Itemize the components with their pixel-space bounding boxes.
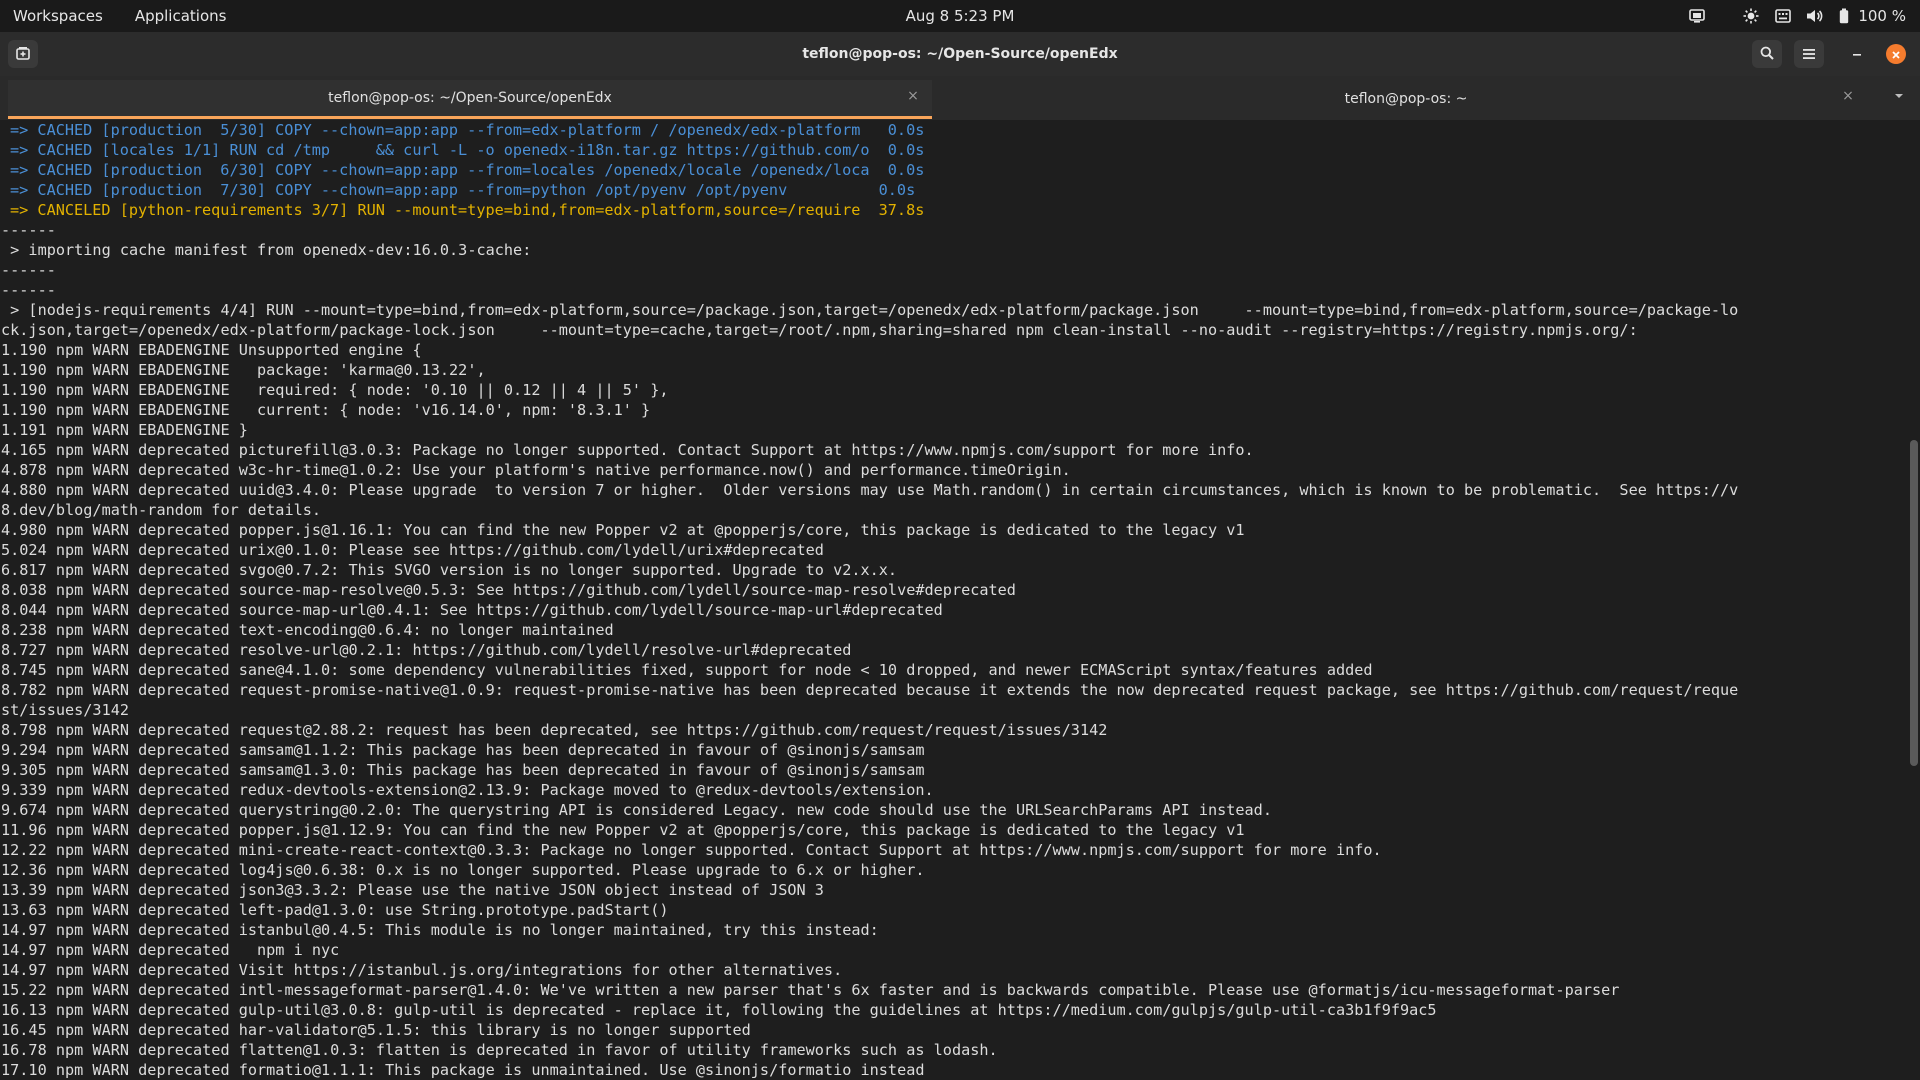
terminal-line: ck.json,target=/openedx/edx-platform/pac… [1, 321, 1638, 339]
terminal-line: 8.745 npm WARN deprecated sane@4.1.0: so… [1, 661, 1373, 679]
menu-button[interactable] [1794, 40, 1824, 68]
terminal-line: 9.339 npm WARN deprecated redux-devtools… [1, 781, 934, 799]
tab-bar: teflon@pop-os: ~/Open-Source/openEdx × t… [0, 76, 1920, 120]
terminal-line: 8.038 npm WARN deprecated source-map-res… [1, 581, 1016, 599]
terminal-line: => CACHED [production 5/30] COPY --chown… [10, 121, 925, 139]
terminal-line: 8.727 npm WARN deprecated resolve-url@0.… [1, 641, 852, 659]
keyboard-icon[interactable] [1774, 7, 1792, 25]
battery-icon[interactable] [1838, 7, 1850, 25]
terminal-line: 1.190 npm WARN EBADENGINE package: 'karm… [1, 361, 486, 379]
terminal-line: 5.024 npm WARN deprecated urix@0.1.0: Pl… [1, 541, 824, 559]
search-button[interactable] [1752, 40, 1782, 68]
chevron-down-icon [1894, 88, 1904, 104]
terminal-scrollbar[interactable] [1910, 440, 1918, 766]
terminal-line: 15.22 npm WARN deprecated intl-messagefo… [1, 981, 1620, 999]
terminal-line: => CACHED [locales 1/1] RUN cd /tmp && c… [10, 141, 925, 159]
hamburger-menu-icon [1802, 45, 1816, 64]
terminal-line: 9.294 npm WARN deprecated samsam@1.1.2: … [1, 741, 925, 759]
terminal-line: 1.191 npm WARN EBADENGINE } [1, 421, 248, 439]
terminal-line: 11.96 npm WARN deprecated popper.js@1.12… [1, 821, 1245, 839]
terminal-line: => CACHED [production 6/30] COPY --chown… [10, 161, 925, 179]
terminal-output[interactable]: => CACHED [production 5/30] COPY --chown… [0, 120, 1906, 1080]
workspaces-button[interactable]: Workspaces [11, 7, 105, 25]
terminal-line: 16.13 npm WARN deprecated gulp-util@3.0.… [1, 1001, 1437, 1019]
terminal-line: ------ [1, 281, 56, 299]
terminal-line: 17.10 npm WARN deprecated formatio@1.1.1… [1, 1061, 925, 1079]
terminal-line: st/issues/3142 [1, 701, 130, 719]
terminal-line: 8.dev/blog/math-random for details. [1, 501, 322, 519]
search-icon [1760, 45, 1774, 64]
terminal-line: 8.798 npm WARN deprecated request@2.88.2… [1, 721, 1108, 739]
applications-button[interactable]: Applications [133, 7, 229, 25]
terminal-line: 13.39 npm WARN deprecated json3@3.3.2: P… [1, 881, 824, 899]
brightness-icon[interactable] [1742, 7, 1760, 25]
terminal-line: 4.165 npm WARN deprecated picturefill@3.… [1, 441, 1254, 459]
terminal-line: 12.22 npm WARN deprecated mini-create-re… [1, 841, 1382, 859]
terminal-line: ------ [1, 221, 56, 239]
minimize-icon [1851, 45, 1863, 64]
terminal-header-bar: teflon@pop-os: ~/Open-Source/openEdx [0, 32, 1920, 76]
terminal-line: 16.78 npm WARN deprecated flatten@1.0.3:… [1, 1041, 998, 1059]
terminal-line: 16.45 npm WARN deprecated har-validator@… [1, 1021, 751, 1039]
window-title: teflon@pop-os: ~/Open-Source/openEdx [802, 46, 1118, 62]
terminal-line: ------ [1, 261, 56, 279]
terminal-line: 1.190 npm WARN EBADENGINE Unsupported en… [1, 341, 422, 359]
tab-label: teflon@pop-os: ~/Open-Source/openEdx [328, 90, 612, 106]
terminal-line: 6.817 npm WARN deprecated svgo@0.7.2: Th… [1, 561, 898, 579]
volume-icon[interactable] [1806, 7, 1824, 25]
terminal-line: 14.97 npm WARN deprecated istanbul@0.4.5… [1, 921, 879, 939]
terminal-line: 13.63 npm WARN deprecated left-pad@1.3.0… [1, 901, 669, 919]
tab-openedx[interactable]: teflon@pop-os: ~/Open-Source/openEdx [8, 80, 932, 119]
tab-list-dropdown-button[interactable] [1892, 89, 1906, 103]
tab-home-close-button[interactable]: × [1841, 88, 1855, 104]
terminal-line: => CACHED [production 7/30] COPY --chown… [10, 181, 916, 199]
close-icon [1891, 45, 1901, 64]
terminal-line: 12.36 npm WARN deprecated log4js@0.6.38:… [1, 861, 925, 879]
tab-label: teflon@pop-os: ~ [1344, 91, 1468, 107]
terminal-line: 1.190 npm WARN EBADENGINE current: { nod… [1, 401, 651, 419]
screen-share-icon[interactable] [1688, 7, 1706, 25]
system-top-bar: Workspaces Applications Aug 8 5:23 PM 10… [0, 0, 1920, 32]
terminal-line: 14.97 npm WARN deprecated npm i nyc [1, 941, 340, 959]
terminal-line: 4.878 npm WARN deprecated w3c-hr-time@1.… [1, 461, 1071, 479]
close-icon: × [907, 88, 919, 104]
battery-percentage: 100 % [1858, 7, 1906, 25]
new-tab-icon [16, 45, 30, 64]
close-window-button[interactable] [1886, 44, 1906, 64]
terminal-line: 9.305 npm WARN deprecated samsam@1.3.0: … [1, 761, 925, 779]
new-tab-button[interactable] [8, 40, 38, 68]
tab-home[interactable]: teflon@pop-os: ~ [944, 80, 1868, 118]
clock[interactable]: Aug 8 5:23 PM [904, 7, 1017, 25]
terminal-line: 8.782 npm WARN deprecated request-promis… [1, 681, 1739, 699]
terminal-line: 4.880 npm WARN deprecated uuid@3.4.0: Pl… [1, 481, 1739, 499]
terminal-line: > [nodejs-requirements 4/4] RUN --mount=… [1, 301, 1739, 319]
terminal-line: 14.97 npm WARN deprecated Visit https://… [1, 961, 843, 979]
terminal-line: 4.980 npm WARN deprecated popper.js@1.16… [1, 521, 1245, 539]
terminal-line: => CANCELED [python-requirements 3/7] RU… [10, 201, 925, 219]
close-icon: × [1842, 88, 1854, 104]
terminal-line: 8.044 npm WARN deprecated source-map-url… [1, 601, 943, 619]
tab-openedx-close-button[interactable]: × [906, 88, 920, 104]
terminal-line: > importing cache manifest from openedx-… [1, 241, 532, 259]
terminal-line: 9.674 npm WARN deprecated querystring@0.… [1, 801, 1272, 819]
minimize-button[interactable] [1842, 40, 1872, 68]
terminal-line: 8.238 npm WARN deprecated text-encoding@… [1, 621, 614, 639]
terminal-line: 1.190 npm WARN EBADENGINE required: { no… [1, 381, 669, 399]
